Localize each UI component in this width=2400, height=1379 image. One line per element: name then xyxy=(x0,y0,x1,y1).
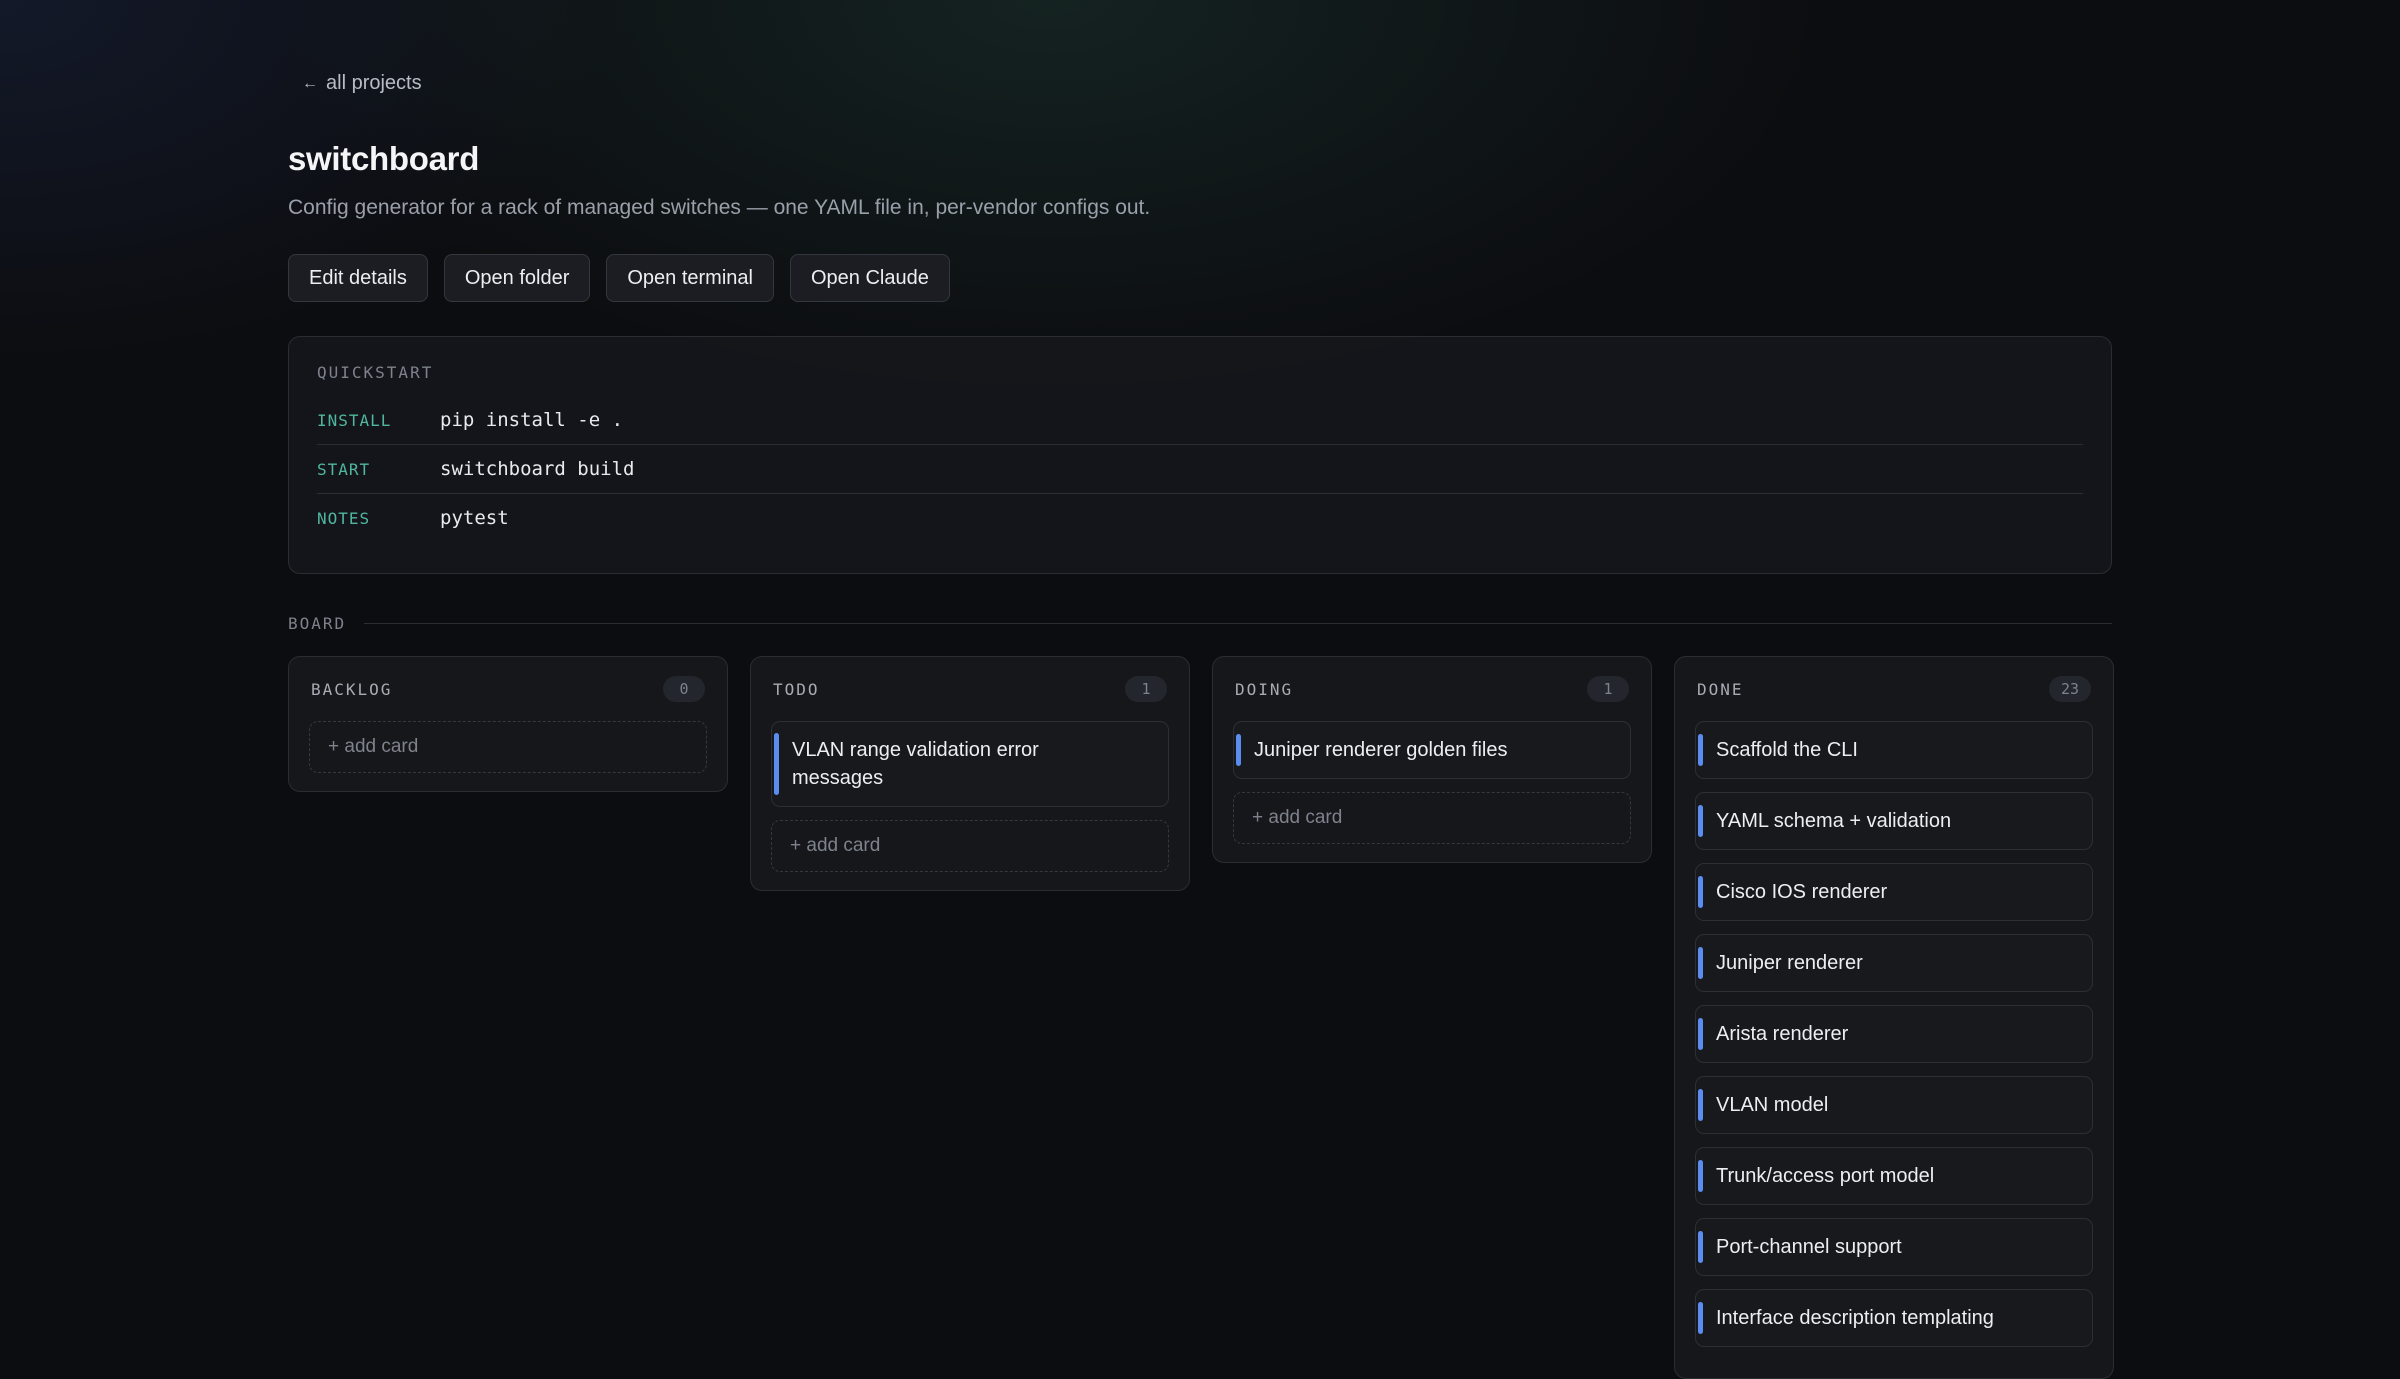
back-to-projects-link[interactable]: ← all projects xyxy=(302,72,422,95)
edit-details-button[interactable]: Edit details xyxy=(288,254,428,302)
card-accent-bar xyxy=(1698,876,1703,908)
quickstart-command: pip install -e . xyxy=(440,409,624,431)
card-accent-bar xyxy=(1698,947,1703,979)
board-section-label: BOARD xyxy=(288,614,2112,633)
card-accent-bar xyxy=(1698,1231,1703,1263)
card-title: VLAN range validation error messages xyxy=(792,739,1039,789)
column-count-badge: 1 xyxy=(1587,676,1629,702)
card-title: Cisco IOS renderer xyxy=(1716,881,1888,903)
kanban-card[interactable]: YAML schema + validation xyxy=(1695,792,2093,850)
card-title: Scaffold the CLI xyxy=(1716,739,1858,761)
quickstart-row-start: START switchboard build xyxy=(317,445,2083,494)
board-divider xyxy=(364,623,2112,624)
column-todo: TODO 1 VLAN range validation error messa… xyxy=(750,656,1190,891)
card-title: VLAN model xyxy=(1716,1094,1829,1116)
kanban-card[interactable]: Port-channel support xyxy=(1695,1218,2093,1276)
card-accent-bar xyxy=(774,733,779,795)
quickstart-heading: QUICKSTART xyxy=(317,363,434,382)
kanban-card[interactable]: Trunk/access port model xyxy=(1695,1147,2093,1205)
column-done: DONE 23 Scaffold the CLI YAML schema + v… xyxy=(1674,656,2114,1379)
kanban-card[interactable]: Cisco IOS renderer xyxy=(1695,863,2093,921)
kanban-card[interactable]: VLAN model xyxy=(1695,1076,2093,1134)
card-title: Interface description templating xyxy=(1716,1307,1994,1329)
open-terminal-button[interactable]: Open terminal xyxy=(606,254,774,302)
kanban-card[interactable]: Juniper renderer golden files xyxy=(1233,721,1631,779)
quickstart-key: START xyxy=(317,459,371,479)
card-title: Juniper renderer golden files xyxy=(1254,739,1508,761)
kanban-card[interactable]: Arista renderer xyxy=(1695,1005,2093,1063)
column-count-badge: 0 xyxy=(663,676,705,702)
open-folder-button[interactable]: Open folder xyxy=(443,254,591,302)
card-accent-bar xyxy=(1698,1018,1703,1050)
open-claude-button[interactable]: Open Claude xyxy=(789,254,950,302)
card-accent-bar xyxy=(1236,734,1241,766)
card-accent-bar xyxy=(1698,1160,1703,1192)
quickstart-key: INSTALL xyxy=(317,410,392,430)
card-title: Port-channel support xyxy=(1716,1236,1902,1258)
add-card-button[interactable]: + add card xyxy=(771,820,1169,872)
column-title: DOING xyxy=(1235,679,1294,699)
kanban-card[interactable]: Scaffold the CLI xyxy=(1695,721,2093,779)
kanban-card[interactable]: Interface description templating xyxy=(1695,1289,2093,1347)
action-bar: Edit details Open folder Open terminal O… xyxy=(288,254,950,302)
kanban-board: BACKLOG 0 + add card TODO 1 VLAN range v… xyxy=(288,656,2114,1379)
project-description: Config generator for a rack of managed s… xyxy=(288,196,1151,219)
back-link-label: all projects xyxy=(326,72,422,94)
quickstart-command: switchboard build xyxy=(440,458,635,480)
column-title: TODO xyxy=(773,679,820,699)
card-title: YAML schema + validation xyxy=(1716,810,1952,832)
kanban-card[interactable]: VLAN range validation error messages xyxy=(771,721,1169,807)
kanban-card[interactable]: Juniper renderer xyxy=(1695,934,2093,992)
column-count-badge: 23 xyxy=(2049,676,2091,702)
quickstart-panel: QUICKSTART INSTALL pip install -e . STAR… xyxy=(288,336,2112,574)
add-card-button[interactable]: + add card xyxy=(309,721,707,773)
quickstart-command: pytest xyxy=(440,507,509,529)
card-title: Arista renderer xyxy=(1716,1023,1849,1045)
column-title: DONE xyxy=(1697,679,1744,699)
card-title: Juniper renderer xyxy=(1716,952,1863,974)
add-card-button[interactable]: + add card xyxy=(1233,792,1631,844)
card-accent-bar xyxy=(1698,1302,1703,1334)
board-label: BOARD xyxy=(288,614,347,633)
quickstart-row-notes: NOTES pytest xyxy=(317,494,2083,542)
card-accent-bar xyxy=(1698,1089,1703,1121)
column-count-badge: 1 xyxy=(1125,676,1167,702)
page-title: switchboard xyxy=(288,140,480,177)
quickstart-row-install: INSTALL pip install -e . xyxy=(317,396,2083,445)
card-accent-bar xyxy=(1698,734,1703,766)
column-doing: DOING 1 Juniper renderer golden files + … xyxy=(1212,656,1652,863)
card-title: Trunk/access port model xyxy=(1716,1165,1935,1187)
card-accent-bar xyxy=(1698,805,1703,837)
column-backlog: BACKLOG 0 + add card xyxy=(288,656,728,792)
back-arrow-icon: ← xyxy=(302,74,318,92)
column-title: BACKLOG xyxy=(311,679,393,699)
quickstart-key: NOTES xyxy=(317,508,371,528)
